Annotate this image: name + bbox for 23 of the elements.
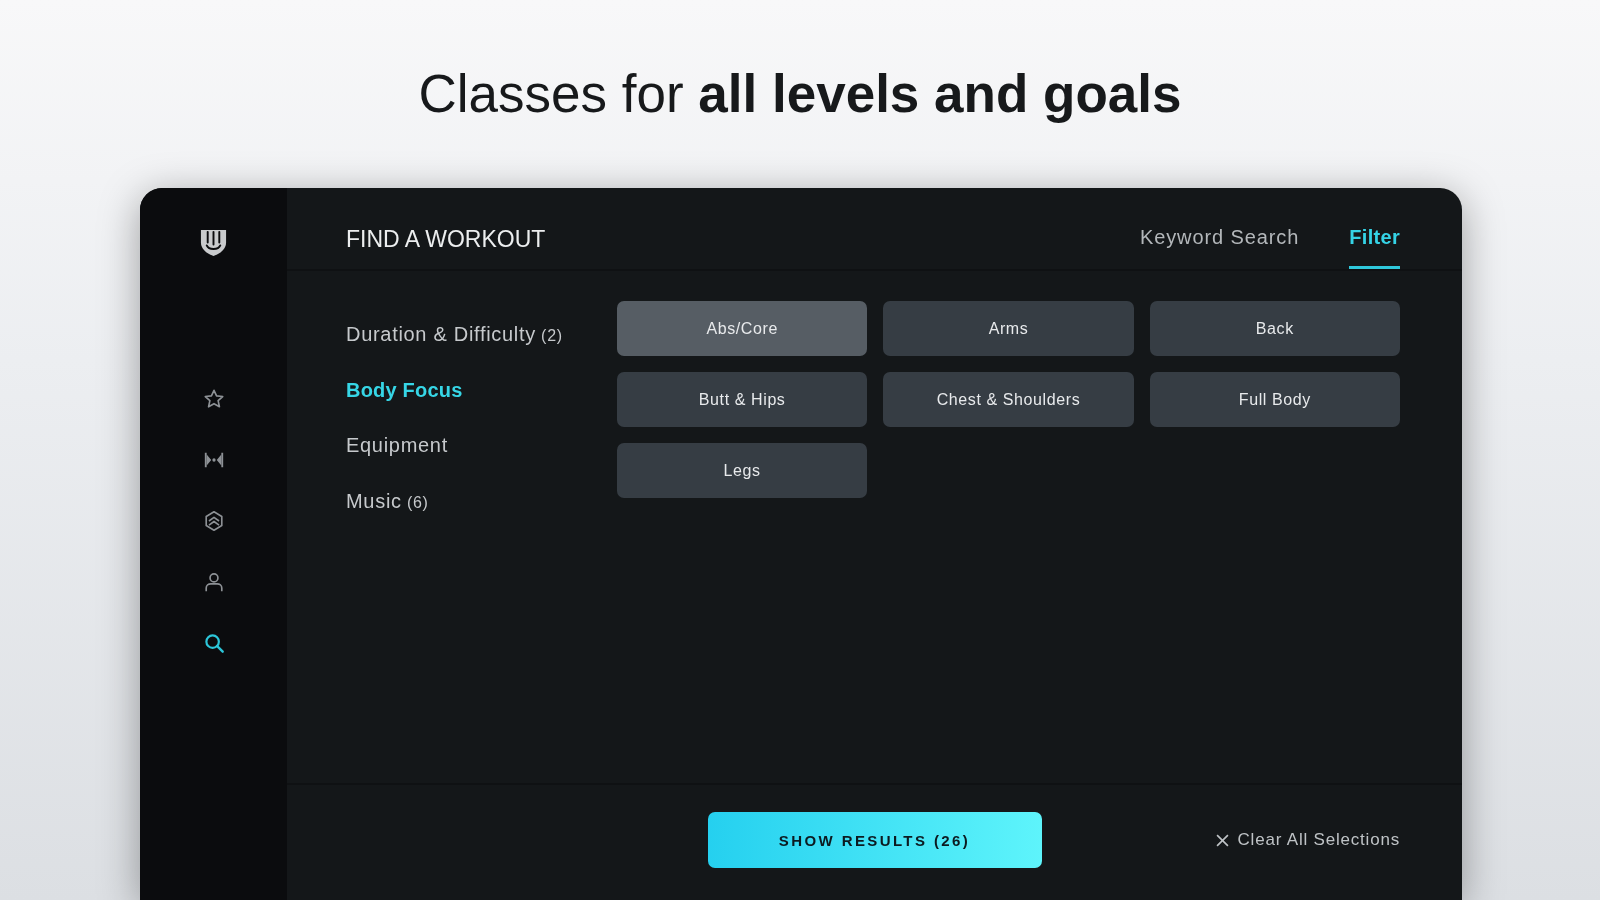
search-icon[interactable] <box>202 632 225 654</box>
filter-category[interactable]: Music (6) <box>346 473 429 529</box>
tab[interactable]: Filter <box>1349 188 1400 269</box>
chevron-stack-icon[interactable] <box>202 510 225 532</box>
user-icon[interactable] <box>202 571 225 593</box>
show-results-button[interactable]: SHOW RESULTS (26) <box>707 812 1042 868</box>
tab[interactable]: Keyword Search <box>1139 188 1300 269</box>
page-title: FIND A WORKOUT <box>346 225 546 253</box>
close-icon <box>1215 833 1229 847</box>
body-focus-option[interactable]: Butt & Hips <box>617 372 868 427</box>
filter-category[interactable]: Duration & Difficulty (2) <box>346 307 563 363</box>
body-focus-option[interactable]: Legs <box>617 443 868 498</box>
star-icon[interactable] <box>202 388 225 410</box>
body-focus-option[interactable]: Full Body <box>1149 372 1400 427</box>
clear-selections-button[interactable]: Clear All Selections <box>1215 830 1400 850</box>
filter-category[interactable]: Body Focus <box>346 362 463 418</box>
shield-logo-icon[interactable] <box>199 228 228 257</box>
filter-category[interactable]: Equipment <box>346 418 448 474</box>
headline: Classes for all levels and goals <box>418 64 1182 124</box>
body-focus-option[interactable]: Chest & Shoulders <box>883 372 1134 427</box>
body-focus-option[interactable]: Back <box>1149 301 1400 356</box>
body-focus-option[interactable]: Arms <box>883 301 1134 356</box>
body-focus-option[interactable]: Abs/Core <box>617 301 868 356</box>
